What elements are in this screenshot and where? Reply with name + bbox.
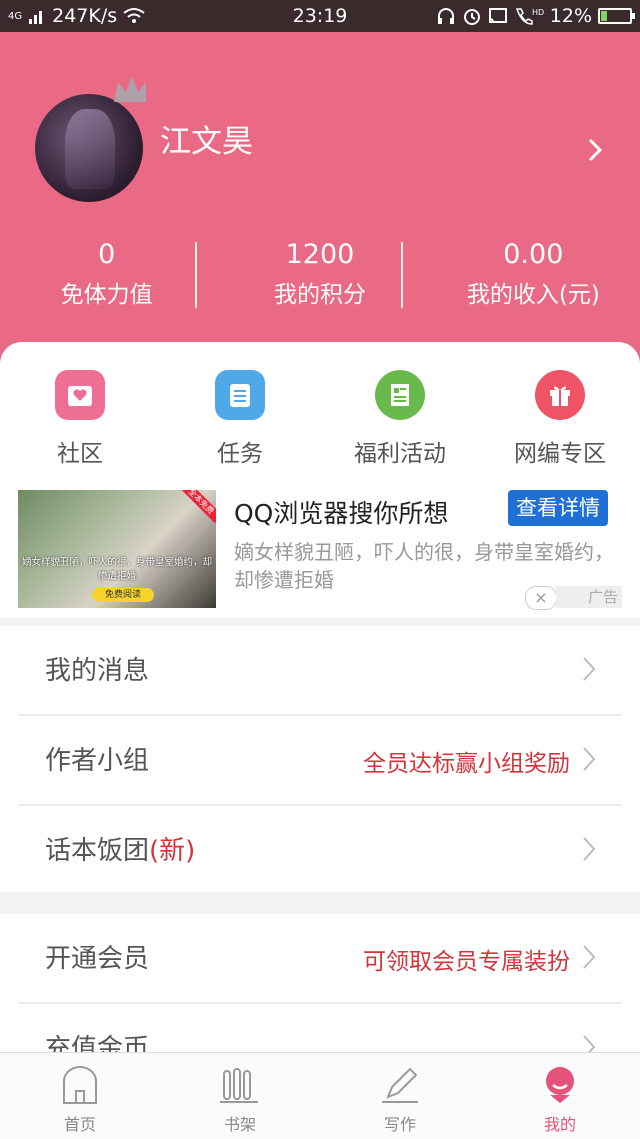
ad-label: 广告: [556, 586, 622, 608]
quick-action-editor-zone[interactable]: 网编专区: [480, 370, 640, 468]
quick-action-label: 任务: [217, 441, 263, 467]
menu-item-label: 我的消息: [45, 656, 150, 686]
ad-image-caption: 嫡女样貌丑陋，吓人的很，身带皇室婚约，却惨遭拒婚: [22, 557, 213, 582]
menu-item-membership[interactable]: 开通会员 可领取会员专属装扮: [18, 914, 622, 1004]
tab-label: 我的: [543, 1115, 576, 1134]
tab-write[interactable]: 写作: [320, 1053, 480, 1139]
tab-label: 首页: [63, 1115, 96, 1134]
chevron-right-icon: [583, 837, 596, 861]
chevron-right-icon[interactable]: [586, 136, 606, 164]
quick-action-label: 网编专区: [514, 441, 606, 467]
document-icon: [375, 370, 425, 420]
quick-action-community[interactable]: 社区: [0, 370, 160, 468]
headset-icon: [437, 8, 454, 24]
quick-action-task[interactable]: 任务: [160, 370, 320, 468]
profile-header[interactable]: 江文昊 0 免体力值 1200 我的积分 0.00 我的收入(元): [0, 32, 640, 362]
quick-action-benefits[interactable]: 福利活动: [320, 370, 480, 468]
gift-icon: [535, 370, 585, 420]
tab-bookshelf[interactable]: 书架: [160, 1053, 320, 1139]
community-icon: [55, 370, 105, 420]
alarm-icon: [463, 9, 480, 25]
hd-label: HD: [532, 8, 544, 17]
new-badge: (新): [149, 836, 196, 866]
battery-icon: [598, 8, 635, 24]
stat-label: 我的收入(元): [466, 282, 600, 308]
stat-label: 免体力值: [60, 282, 153, 308]
profile-icon: [546, 1067, 574, 1103]
tab-label: 书架: [223, 1115, 256, 1134]
menu-item-label: 开通会员: [45, 944, 150, 974]
chevron-right-icon: [583, 945, 596, 969]
menu-group-1: 我的消息 作者小组 全员达标赢小组奖励 话本饭团(新): [0, 626, 640, 894]
crown-icon: [114, 76, 146, 102]
content-card: 社区 任务 福利活动 网编专区 全本免费 嫡女样貌丑陋，吓人的很，身带皇室婚约，…: [0, 342, 640, 622]
username: 江文昊: [160, 124, 253, 160]
quick-actions: 社区 任务 福利活动 网编专区: [0, 370, 640, 468]
stat-stamina[interactable]: 0 免体力值: [0, 237, 213, 317]
chevron-right-icon: [583, 657, 596, 681]
ad-title[interactable]: QQ浏览器搜你所想: [234, 494, 448, 530]
ad-image-tag: 全本免费: [179, 490, 216, 524]
menu-item-author-group[interactable]: 作者小组 全员达标赢小组奖励: [18, 716, 622, 806]
section-separator: [0, 618, 640, 626]
cast-icon: [488, 8, 507, 23]
quick-action-label: 福利活动: [354, 441, 446, 467]
ad-close-button[interactable]: ×: [525, 586, 557, 610]
status-bar: 4G 247K/s 23:19 HD 12%: [0, 0, 640, 32]
stat-income[interactable]: 0.00 我的收入(元): [427, 237, 640, 317]
bookshelf-icon: [220, 1068, 258, 1103]
tab-me[interactable]: 我的: [480, 1053, 640, 1139]
stat-points[interactable]: 1200 我的积分: [213, 237, 426, 317]
battery-percent: 12%: [549, 5, 592, 27]
menu-item-label: 作者小组: [45, 746, 150, 776]
call-hd-icon: HD: [515, 8, 544, 25]
tab-label: 写作: [383, 1115, 416, 1134]
stat-value: 0: [98, 239, 116, 270]
task-clipboard-icon: [215, 370, 265, 420]
menu-item-story-group[interactable]: 话本饭团(新): [18, 806, 622, 894]
stat-value: 1200: [285, 239, 355, 270]
stat-label: 我的积分: [273, 282, 366, 308]
ad-details-button[interactable]: 查看详情: [508, 490, 608, 526]
ad-image[interactable]: 全本免费 嫡女样貌丑陋，吓人的很，身带皇室婚约，却惨遭拒婚 免费阅读: [18, 490, 216, 608]
home-icon: [63, 1066, 97, 1104]
ad-banner[interactable]: 全本免费 嫡女样貌丑陋，吓人的很，身带皇室婚约，却惨遭拒婚 免费阅读 QQ浏览器…: [18, 490, 622, 610]
stat-value: 0.00: [503, 239, 564, 270]
stats-row: 0 免体力值 1200 我的积分 0.00 我的收入(元): [0, 237, 640, 317]
section-separator: [0, 892, 640, 914]
tab-home[interactable]: 首页: [0, 1053, 160, 1139]
menu-item-promo: 可领取会员专属装扮: [363, 949, 570, 975]
menu-item-promo: 全员达标赢小组奖励: [363, 751, 570, 777]
avatar[interactable]: [35, 94, 143, 202]
ad-image-button: 免费阅读: [92, 588, 154, 602]
bottom-tab-bar: 首页 书架 写作 我的: [0, 1052, 640, 1139]
menu-item-label: 话本饭团(新): [45, 836, 196, 866]
chevron-right-icon: [583, 747, 596, 771]
pen-icon: [382, 1067, 418, 1103]
quick-action-label: 社区: [57, 441, 103, 467]
menu-item-messages[interactable]: 我的消息: [18, 626, 622, 716]
